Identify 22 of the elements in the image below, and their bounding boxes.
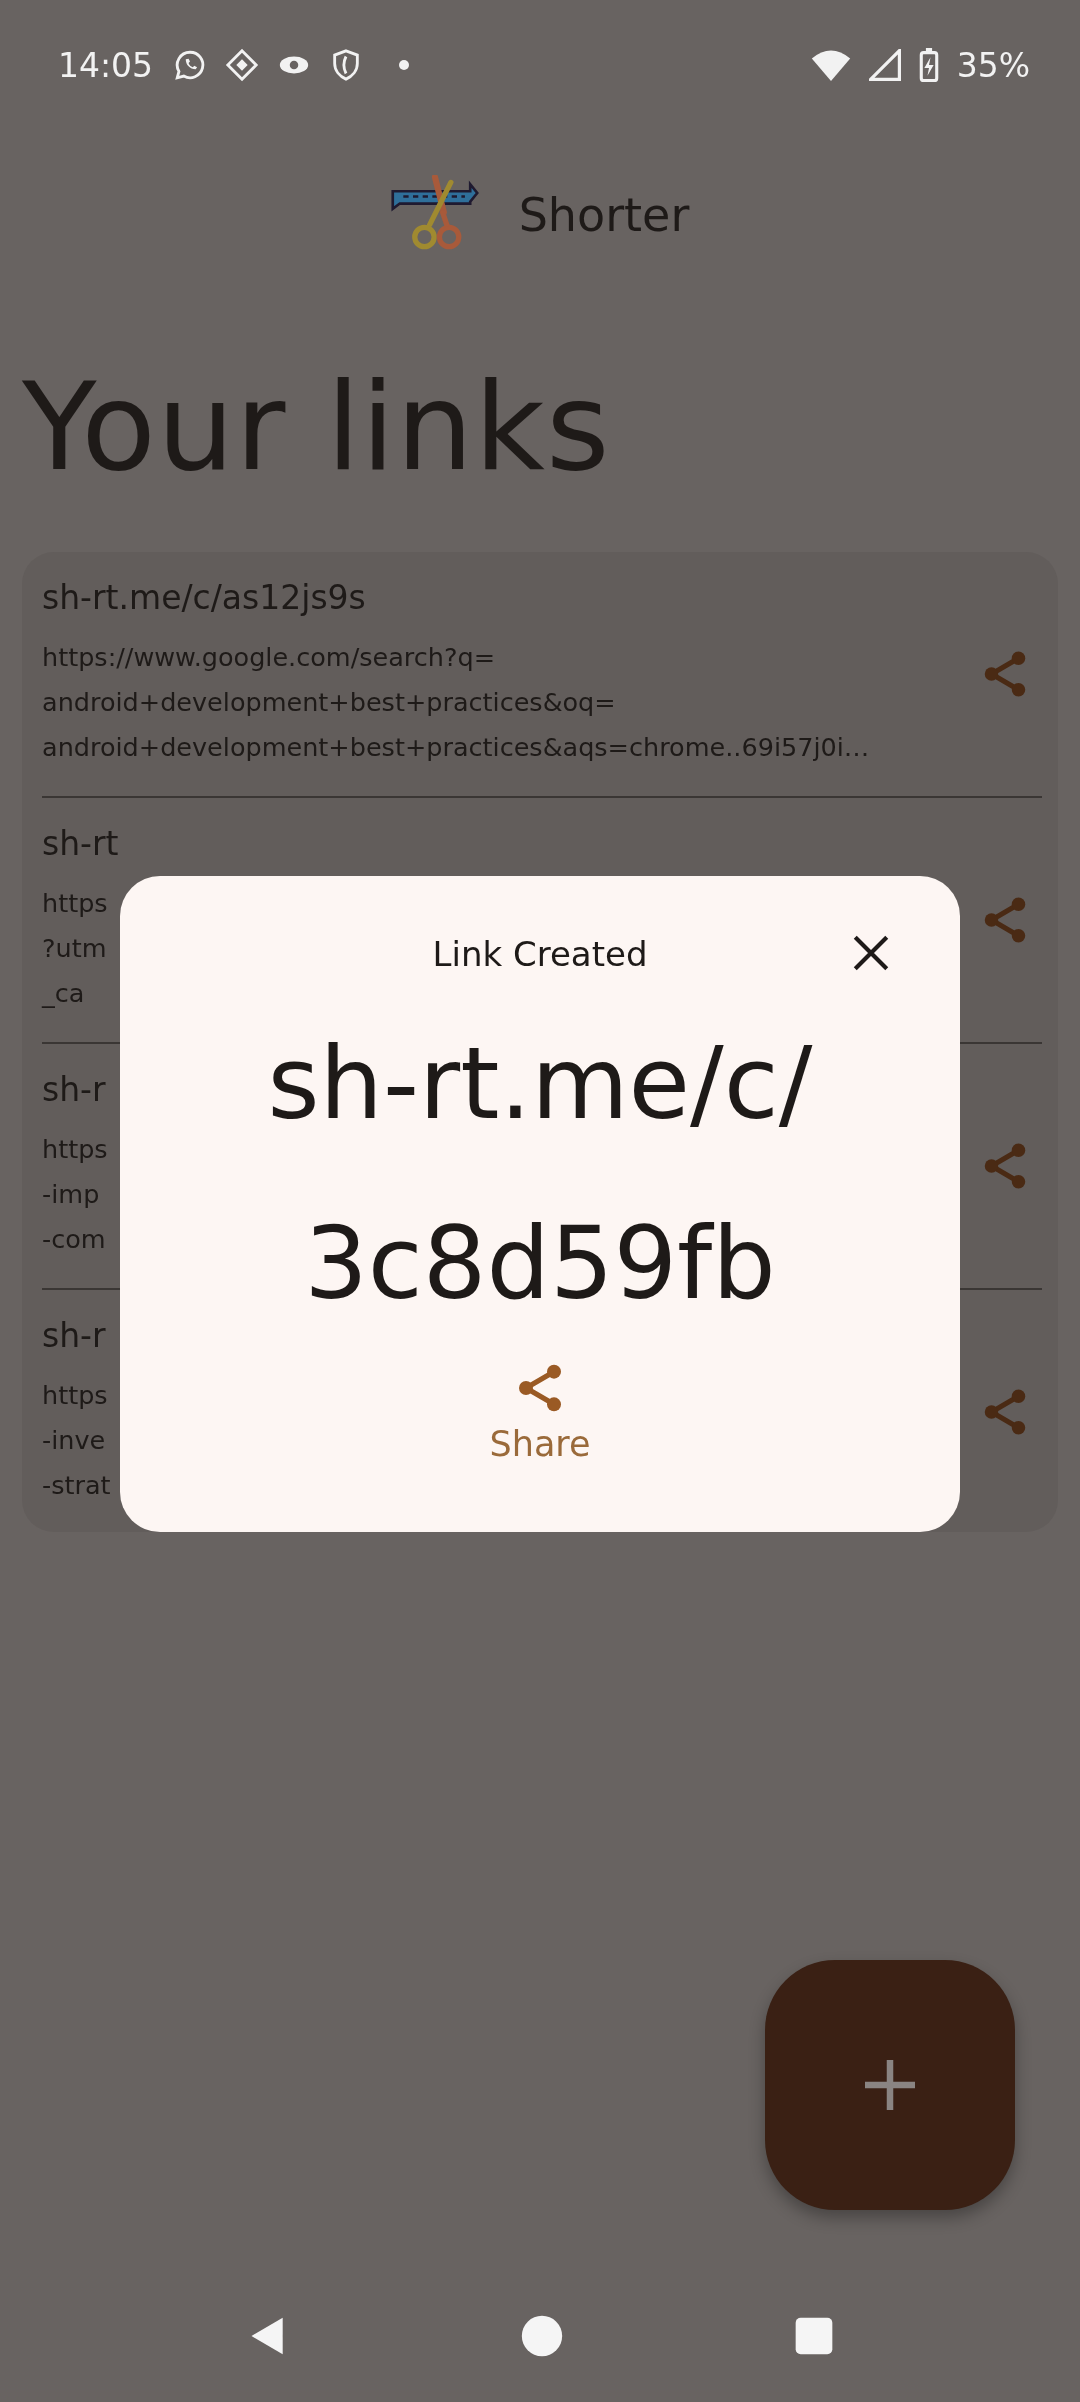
battery-icon <box>918 48 939 82</box>
diamond-grid-icon <box>225 48 260 82</box>
short-link[interactable]: sh-rt.me/c/as12js9s <box>42 578 366 618</box>
app-title: Shorter <box>518 188 690 242</box>
battery-percentage: 35% <box>956 45 1030 85</box>
dialog-title: Link Created <box>432 934 648 974</box>
add-link-button[interactable] <box>765 1960 1015 2210</box>
home-icon[interactable] <box>520 2314 564 2358</box>
original-url: https ?utm _ca <box>42 887 108 1011</box>
signal-icon <box>868 49 901 81</box>
original-url: https -inve -strat <box>42 1379 111 1503</box>
notification-dot-icon <box>399 60 410 70</box>
original-url: https://www.google.com/search?q= android+development+best+practices&oq= android+development+best+practices&aqs=chrome..69i57j0i… <box>42 641 870 765</box>
recents-icon[interactable] <box>794 2316 834 2356</box>
original-url: https -imp -com <box>42 1133 108 1257</box>
status-time: 14:05 <box>58 45 154 85</box>
short-link[interactable]: sh-rt <box>42 824 119 864</box>
short-link[interactable]: sh-r <box>42 1316 106 1356</box>
short-link[interactable]: sh-r <box>42 1070 106 1110</box>
page-heading: Your links <box>22 360 612 495</box>
wifi-icon <box>810 49 851 81</box>
share-button[interactable]: Share <box>489 1360 591 1464</box>
